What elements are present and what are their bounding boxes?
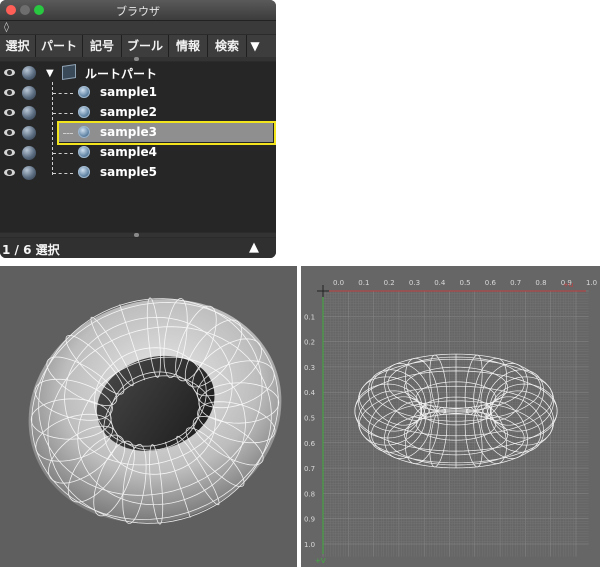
eye-icon[interactable] [4, 109, 15, 116]
menu-symbol[interactable]: 記号 [83, 35, 122, 57]
part-label: sample1 [100, 85, 157, 99]
shading-ball-icon[interactable] [22, 166, 36, 180]
torus-3d-render [28, 297, 282, 525]
tree-row-sample4[interactable]: sample4 [0, 143, 276, 163]
v-tick-label: 0.8 [304, 490, 315, 498]
menu-info[interactable]: 情報 [169, 35, 208, 57]
v-tick-label: 1.0 [304, 541, 315, 549]
u-tick-label: 0.7 [510, 279, 521, 287]
u-tick-label: 0.2 [384, 279, 395, 287]
menu-search[interactable]: 検索 [208, 35, 247, 57]
v-tick-label: 0.2 [304, 339, 315, 347]
selection-callout-box [57, 121, 276, 145]
u-tick-label: 0.4 [434, 279, 446, 287]
v-tick-label: 0.5 [304, 415, 315, 423]
perspective-viewport[interactable] [0, 266, 297, 567]
uv-editor-viewport[interactable]: 0.0 0.1 0.2 0.3 0.4 0.5 0.6 0.7 0.8 0.9 1.0 0.1 0.2 0… [301, 266, 600, 567]
bottom-splitter[interactable] [0, 233, 276, 237]
shading-ball-icon[interactable] [22, 146, 36, 160]
part-label: sample5 [100, 165, 157, 179]
selection-count: 1 / 6 選択 [2, 243, 60, 257]
top-splitter[interactable] [0, 57, 276, 61]
root-part-label: ルートパート [85, 67, 158, 81]
shading-ball-icon[interactable] [22, 106, 36, 120]
eye-icon[interactable] [4, 69, 15, 76]
u-tick-label: 0.6 [485, 279, 497, 287]
status-bar: 1 / 6 選択 ▲ [0, 238, 276, 258]
shading-ball-icon[interactable] [22, 126, 36, 140]
eye-icon[interactable] [4, 89, 15, 96]
expand-triangle-icon[interactable]: ▼ [46, 68, 54, 79]
menu-boolean[interactable]: ブール [122, 35, 169, 57]
tree-row-sample5[interactable]: sample5 [0, 163, 276, 183]
v-tick-label: 0.7 [304, 465, 315, 473]
part-label: sample4 [100, 145, 157, 159]
part-label: sample2 [100, 105, 157, 119]
v-axis-label: +V [315, 557, 326, 565]
tree-connector-line [53, 173, 73, 174]
root-part-icon [62, 64, 76, 80]
u-tick-label: 0.3 [409, 279, 420, 287]
menu-bar: 選択 パート 記号 ブール 情報 検索 ▼ [0, 35, 276, 58]
u-tick-label: 0.0 [333, 279, 344, 287]
sphere-part-icon [78, 86, 90, 98]
tree-connector-line [53, 93, 73, 94]
diamond-icon[interactable]: ◊ [4, 22, 9, 33]
sphere-part-icon [78, 146, 90, 158]
menu-part[interactable]: パート [36, 35, 83, 57]
tree-connector-line [53, 153, 73, 154]
uv-grid: 0.0 0.1 0.2 0.3 0.4 0.5 0.6 0.7 0.8 0.9 1.0 0.1 0.2 0… [304, 279, 597, 565]
v-tick-label: 0.3 [304, 364, 315, 372]
v-tick-label: 0.6 [304, 440, 316, 448]
v-tick-label: 0.1 [304, 313, 315, 321]
menu-select[interactable]: 選択 [0, 35, 36, 57]
u-axis-label: +u [563, 281, 573, 289]
u-tick-label: 0.1 [358, 279, 369, 287]
tool-strip: ◊ [0, 21, 276, 34]
tree-row-sample1[interactable]: sample1 [0, 83, 276, 103]
browser-window: ブラウザ ◊ 選択 パート 記号 ブール 情報 検索 ▼ ▼ ルートパート sa… [0, 0, 276, 258]
u-tick-label: 0.8 [535, 279, 546, 287]
sphere-part-icon [78, 166, 90, 178]
u-tick-label: 1.0 [586, 279, 597, 287]
eye-icon[interactable] [4, 169, 15, 176]
v-tick-label: 0.4 [304, 389, 316, 397]
tree-row-root[interactable]: ▼ ルートパート [0, 63, 276, 83]
title-bar[interactable]: ブラウザ [0, 0, 276, 21]
shading-ball-icon[interactable] [22, 66, 36, 80]
sphere-part-icon [78, 106, 90, 118]
eye-icon[interactable] [4, 129, 15, 136]
tree-connector-line [53, 113, 73, 114]
v-tick-label: 0.9 [304, 516, 315, 524]
eye-icon[interactable] [4, 149, 15, 156]
collapse-up-icon[interactable]: ▲ [249, 240, 259, 255]
menu-dropdown-icon[interactable]: ▼ [247, 35, 263, 57]
shading-ball-icon[interactable] [22, 86, 36, 100]
tree-row-sample2[interactable]: sample2 [0, 103, 276, 123]
window-title: ブラウザ [116, 5, 160, 18]
u-tick-label: 0.5 [460, 279, 471, 287]
